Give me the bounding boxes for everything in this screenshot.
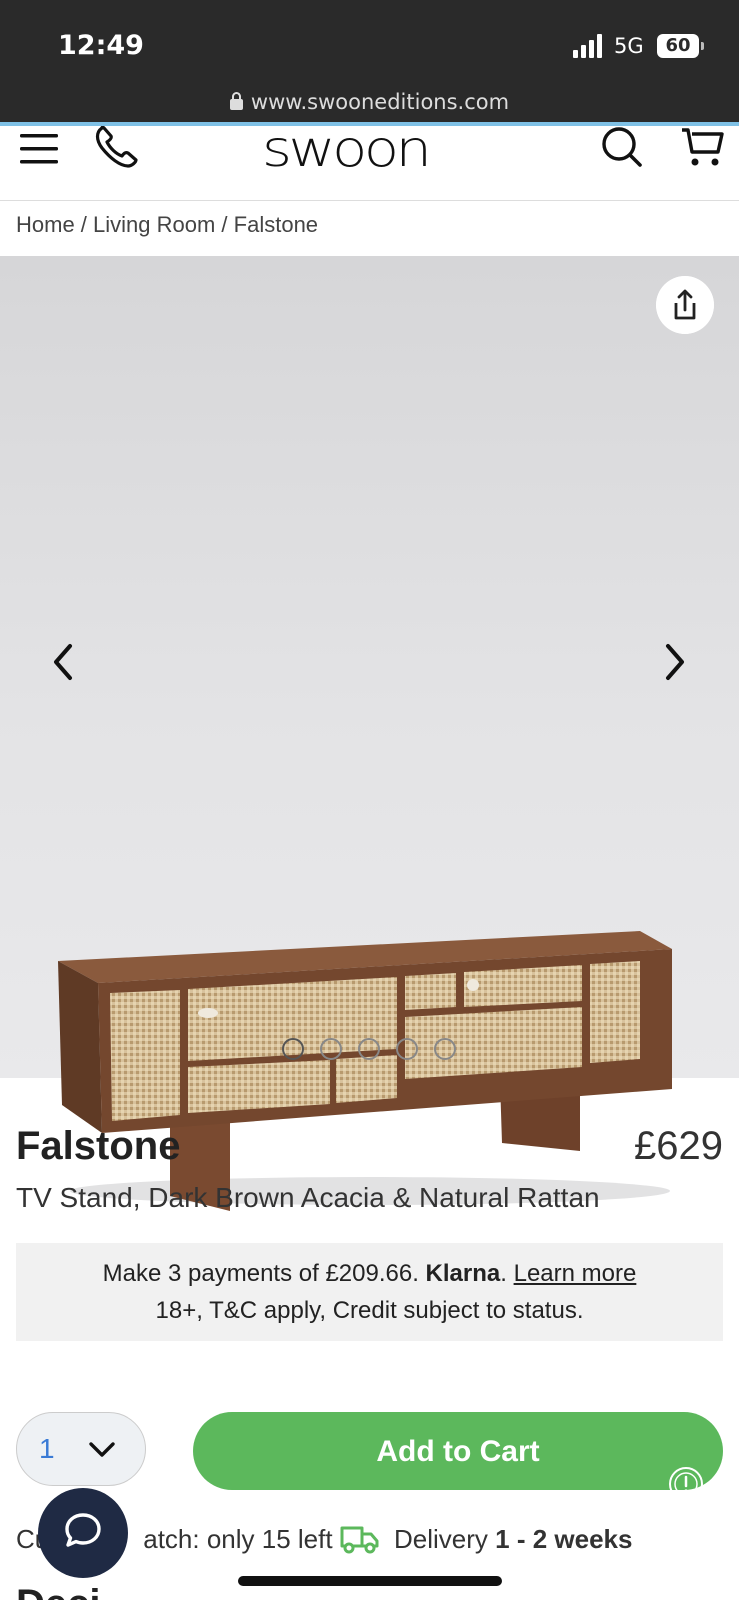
product-price: £629 — [634, 1124, 723, 1168]
breadcrumb: Home / Living Room / Falstone — [16, 212, 318, 238]
breadcrumb-separator: / — [215, 212, 234, 237]
quantity-value: 1 — [39, 1433, 55, 1464]
cart-icon[interactable] — [680, 126, 728, 170]
add-to-cart-button[interactable]: Add to Cart — [193, 1412, 723, 1490]
stock-text: atch: only 15 left — [143, 1524, 333, 1554]
url-text: www.swooneditions.com — [250, 90, 510, 114]
product-subtitle: TV Stand, Dark Brown Acacia & Natural Ra… — [16, 1182, 600, 1213]
chevron-right-icon[interactable] — [660, 640, 690, 684]
phone-icon[interactable] — [92, 126, 140, 170]
breadcrumb-living-room[interactable]: Living Room — [93, 212, 215, 237]
klarna-brand: Klarna — [425, 1260, 501, 1287]
gallery-dot[interactable] — [434, 1038, 456, 1060]
site-logo[interactable]: SWOON — [262, 124, 432, 174]
gallery-pagination — [282, 1038, 472, 1065]
breadcrumb-home[interactable]: Home — [16, 212, 75, 237]
klarna-payment-text: Make 3 payments of £209.66. — [102, 1260, 426, 1287]
product-gallery[interactable] — [0, 256, 739, 1211]
alert-icon[interactable] — [668, 1466, 704, 1502]
breadcrumb-current: Falstone — [233, 212, 319, 237]
delivery-label: Delivery — [394, 1524, 496, 1554]
share-icon[interactable] — [656, 276, 714, 334]
status-bar: 12:49 5G 60 www.swooneditions.com — [0, 0, 739, 122]
breadcrumb-separator: / — [74, 212, 94, 237]
klarna-line-1: Make 3 payments of £209.66. Klarna. Lear… — [16, 1255, 723, 1292]
gallery-dot[interactable] — [320, 1038, 342, 1060]
chevron-left-icon[interactable] — [48, 640, 78, 684]
klarna-dot: . — [500, 1260, 514, 1287]
site-header: SWOON — [0, 124, 739, 201]
address-bar[interactable]: www.swooneditions.com — [0, 90, 739, 114]
home-indicator — [238, 1576, 502, 1586]
search-icon[interactable] — [600, 126, 644, 170]
menu-icon[interactable] — [18, 130, 62, 170]
clock: 12:49 — [58, 30, 144, 61]
gallery-dot[interactable] — [358, 1038, 380, 1060]
lock-icon — [229, 92, 243, 110]
next-section-heading: Deci — [16, 1584, 101, 1600]
delivery-info: Delivery 1 - 2 weeks — [394, 1524, 632, 1555]
network-type: 5G — [614, 34, 644, 58]
chevron-down-icon — [89, 1442, 115, 1457]
chat-button[interactable] — [38, 1488, 128, 1578]
truck-icon — [340, 1526, 379, 1554]
battery-icon: 60 — [657, 34, 704, 58]
chat-icon — [65, 1513, 101, 1547]
product-title: Falstone — [16, 1124, 181, 1168]
quantity-select[interactable]: 1 — [16, 1412, 146, 1486]
klarna-terms: 18+, T&C apply, Credit subject to status… — [155, 1297, 584, 1324]
gallery-dot[interactable] — [396, 1038, 418, 1060]
signal-icon — [573, 34, 607, 58]
delivery-value: 1 - 2 weeks — [495, 1524, 633, 1554]
klarna-learn-more-link[interactable]: Learn more — [514, 1260, 637, 1287]
klarna-banner: Make 3 payments of £209.66. Klarna. Lear… — [16, 1243, 723, 1341]
gallery-dot[interactable] — [282, 1038, 304, 1060]
